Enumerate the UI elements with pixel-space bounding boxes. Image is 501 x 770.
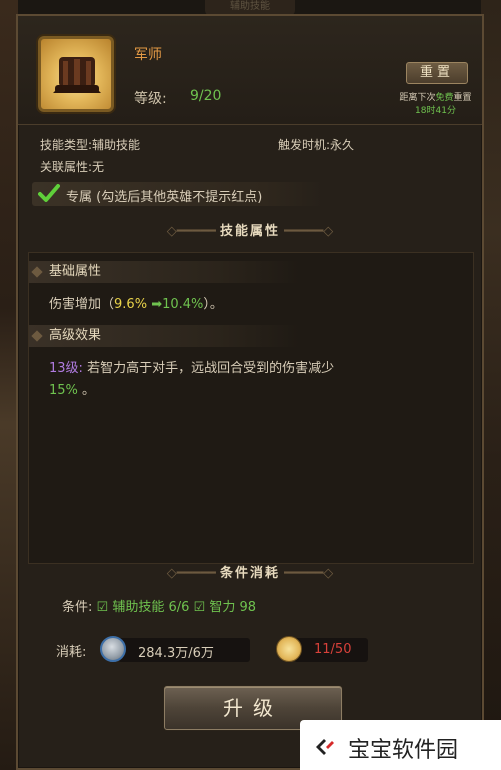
skill-type-value: 辅助技能 [92, 138, 141, 152]
skill-type-row: 技能类型:辅助技能 [40, 136, 140, 153]
skill-detail-panel: 军师 等级: 9/20 重置 距离下次免费重置 18时41分 技能类型:辅助技能… [16, 14, 484, 770]
reset-hint: 距离下次免费重置 [399, 93, 472, 103]
trigger-label: 触发时机: [278, 138, 331, 152]
attribute-value: 无 [92, 160, 105, 174]
watermark-text: 宝宝软件园 [348, 738, 459, 763]
attribute-content-box: 基础属性 伤害增加（9.6% ➡10.4%）。 高级效果 13级: 若智力高于对… [28, 252, 474, 564]
exclusive-label: 专属 (勾选后其他英雄不提示红点) [66, 190, 263, 205]
level-label: 等级: [134, 91, 167, 107]
base-attributes-header: 基础属性 [29, 261, 299, 283]
reset-timer: 18时41分 [415, 106, 456, 116]
trigger-value: 永久 [330, 138, 355, 152]
skill-name: 军师 [134, 47, 162, 63]
skill-type-label: 技能类型: [40, 138, 93, 152]
exclusive-toggle[interactable]: 专属 (勾选后其他英雄不提示红点) [32, 182, 324, 206]
background-right-edge [481, 0, 501, 770]
helmet-icon [38, 36, 114, 112]
attribute-row: 关联属性:无 [40, 158, 104, 175]
silver-coin-icon [100, 636, 126, 662]
attribute-label: 关联属性: [40, 160, 93, 174]
arrow-right-icon: ➡ [151, 297, 163, 312]
base-attributes-text: 伤害增加（9.6% ➡10.4%）。 [49, 297, 223, 312]
skill-header: 军师 等级: 9/20 重置 距离下次免费重置 18时41分 [18, 16, 482, 124]
trigger-row: 触发时机:永久 [278, 136, 354, 153]
watermark-logo-icon [312, 733, 338, 763]
condition-skill: ☑ 辅助技能 6/6 [96, 600, 190, 615]
skill-book-icon [276, 636, 302, 662]
advanced-effect-header: 高级效果 [29, 325, 299, 347]
coin-cost-value: 284.3万/6万 [138, 646, 214, 661]
cost-label: 消耗: [56, 645, 87, 660]
header-divider [18, 124, 482, 125]
section-title-cost: ◇━━━━━ 条件消耗 ━━━━━◇ [166, 566, 334, 581]
condition-intelligence: ☑ 智力 98 [193, 600, 257, 615]
advanced-effect-text: 13级: 若智力高于对手，远战回合受到的伤害减少 [49, 361, 335, 376]
condition-label: 条件: [62, 600, 93, 615]
advanced-effect-value: 15% 。 [49, 383, 96, 398]
token-cost-value: 11/50 [314, 642, 352, 657]
level-value: 9/20 [190, 88, 222, 104]
reset-button[interactable]: 重置 [406, 62, 468, 84]
section-title-attributes: ◇━━━━━ 技能属性 ━━━━━◇ [166, 224, 334, 239]
checkmark-icon[interactable] [38, 184, 60, 208]
condition-row: 条件: ☑ 辅助技能 6/6 ☑ 智力 98 [62, 596, 256, 615]
